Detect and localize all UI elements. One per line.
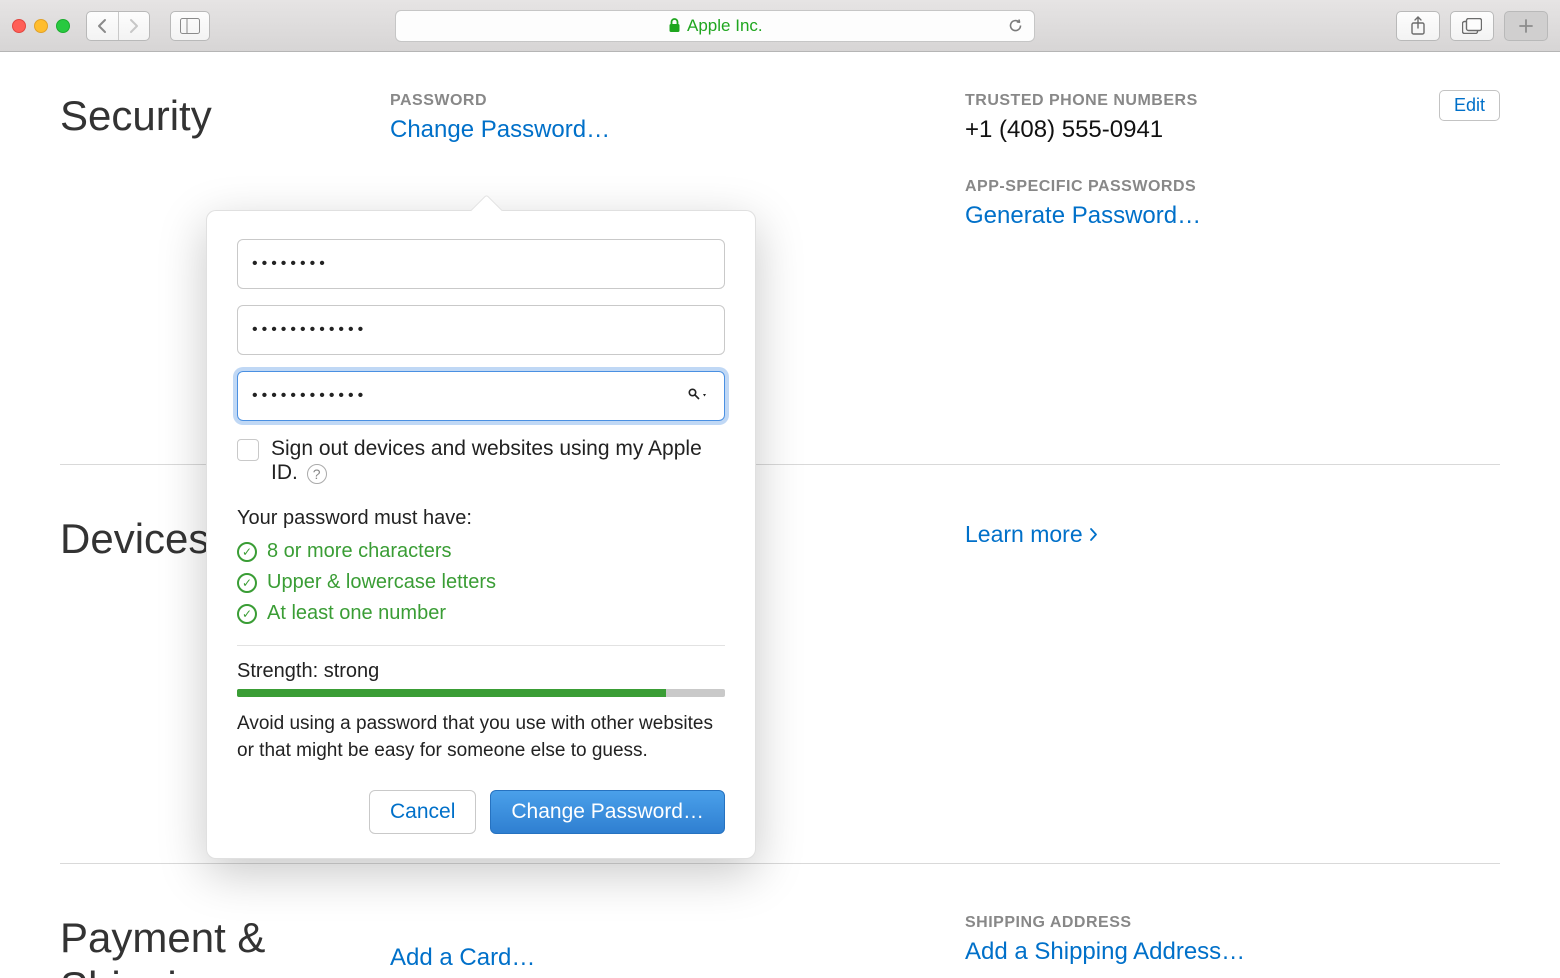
change-password-button[interactable]: Change Password… — [490, 790, 725, 834]
password-advice: Avoid using a password that you use with… — [237, 711, 725, 764]
check-circle-icon: ✓ — [237, 604, 257, 624]
section-title-payment: Payment & Shipping — [60, 914, 390, 978]
window-controls — [12, 19, 70, 33]
password-header: PASSWORD — [390, 92, 925, 110]
reload-button[interactable] — [1007, 17, 1024, 34]
app-specific-header: APP-SPECIFIC PASSWORDS — [965, 178, 1500, 196]
tabs-button[interactable] — [1450, 11, 1494, 41]
check-circle-icon: ✓ — [237, 542, 257, 562]
password-rule: ✓ 8 or more characters — [237, 540, 725, 563]
strength-meter-fill — [237, 689, 666, 697]
lock-icon — [668, 18, 681, 33]
browser-toolbar: Apple Inc. — [0, 0, 1560, 52]
add-card-link[interactable]: Add a Card… — [390, 944, 925, 972]
chevron-right-icon — [1089, 527, 1098, 542]
password-rule: ✓ At least one number — [237, 602, 725, 625]
current-password-field[interactable]: •••••••• — [237, 239, 725, 289]
sidebar-button[interactable] — [170, 11, 210, 41]
close-window-button[interactable] — [12, 19, 26, 33]
strength-label: Strength: strong — [237, 660, 725, 683]
confirm-password-value: •••••••••••• — [252, 387, 367, 405]
learn-more-link[interactable]: Learn more — [965, 521, 1083, 548]
fullscreen-window-button[interactable] — [56, 19, 70, 33]
new-password-field[interactable]: •••••••••••• — [237, 305, 725, 355]
back-button[interactable] — [87, 12, 119, 40]
divider — [237, 645, 725, 646]
generate-password-link[interactable]: Generate Password… — [965, 202, 1500, 230]
password-rule: ✓ Upper & lowercase letters — [237, 571, 725, 594]
current-password-value: •••••••• — [252, 255, 329, 273]
site-name: Apple Inc. — [687, 16, 763, 36]
nav-back-forward — [86, 11, 150, 41]
cancel-button[interactable]: Cancel — [369, 790, 476, 834]
minimize-window-button[interactable] — [34, 19, 48, 33]
page-content: Security PASSWORD Change Password… TRUST… — [0, 52, 1560, 978]
share-button[interactable] — [1396, 11, 1440, 41]
add-shipping-link[interactable]: Add a Shipping Address… — [965, 938, 1500, 966]
address-bar[interactable]: Apple Inc. — [395, 10, 1035, 42]
forward-button[interactable] — [119, 12, 150, 40]
new-tab-button[interactable] — [1504, 11, 1548, 41]
signout-label: Sign out devices and websites using my A… — [271, 437, 725, 485]
change-password-link[interactable]: Change Password… — [390, 116, 925, 144]
shipping-header: SHIPPING ADDRESS — [965, 914, 1500, 932]
section-payment-shipping: Payment & Shipping Add a Card… SHIPPING … — [60, 914, 1500, 978]
trusted-phone-value: +1 (408) 555-0941 — [965, 116, 1500, 144]
new-password-value: •••••••••••• — [252, 321, 367, 339]
change-password-popover: •••••••• •••••••••••• •••••••••••• Sign … — [206, 210, 756, 859]
help-icon[interactable]: ? — [307, 464, 327, 484]
strength-meter — [237, 689, 725, 697]
edit-button[interactable]: Edit — [1439, 90, 1500, 121]
confirm-password-field[interactable]: •••••••••••• — [237, 371, 725, 421]
trusted-phone-header: TRUSTED PHONE NUMBERS — [965, 92, 1500, 110]
signout-checkbox[interactable] — [237, 439, 259, 461]
requirements-title: Your password must have: — [237, 507, 725, 530]
password-key-icon[interactable] — [688, 388, 710, 404]
check-circle-icon: ✓ — [237, 573, 257, 593]
